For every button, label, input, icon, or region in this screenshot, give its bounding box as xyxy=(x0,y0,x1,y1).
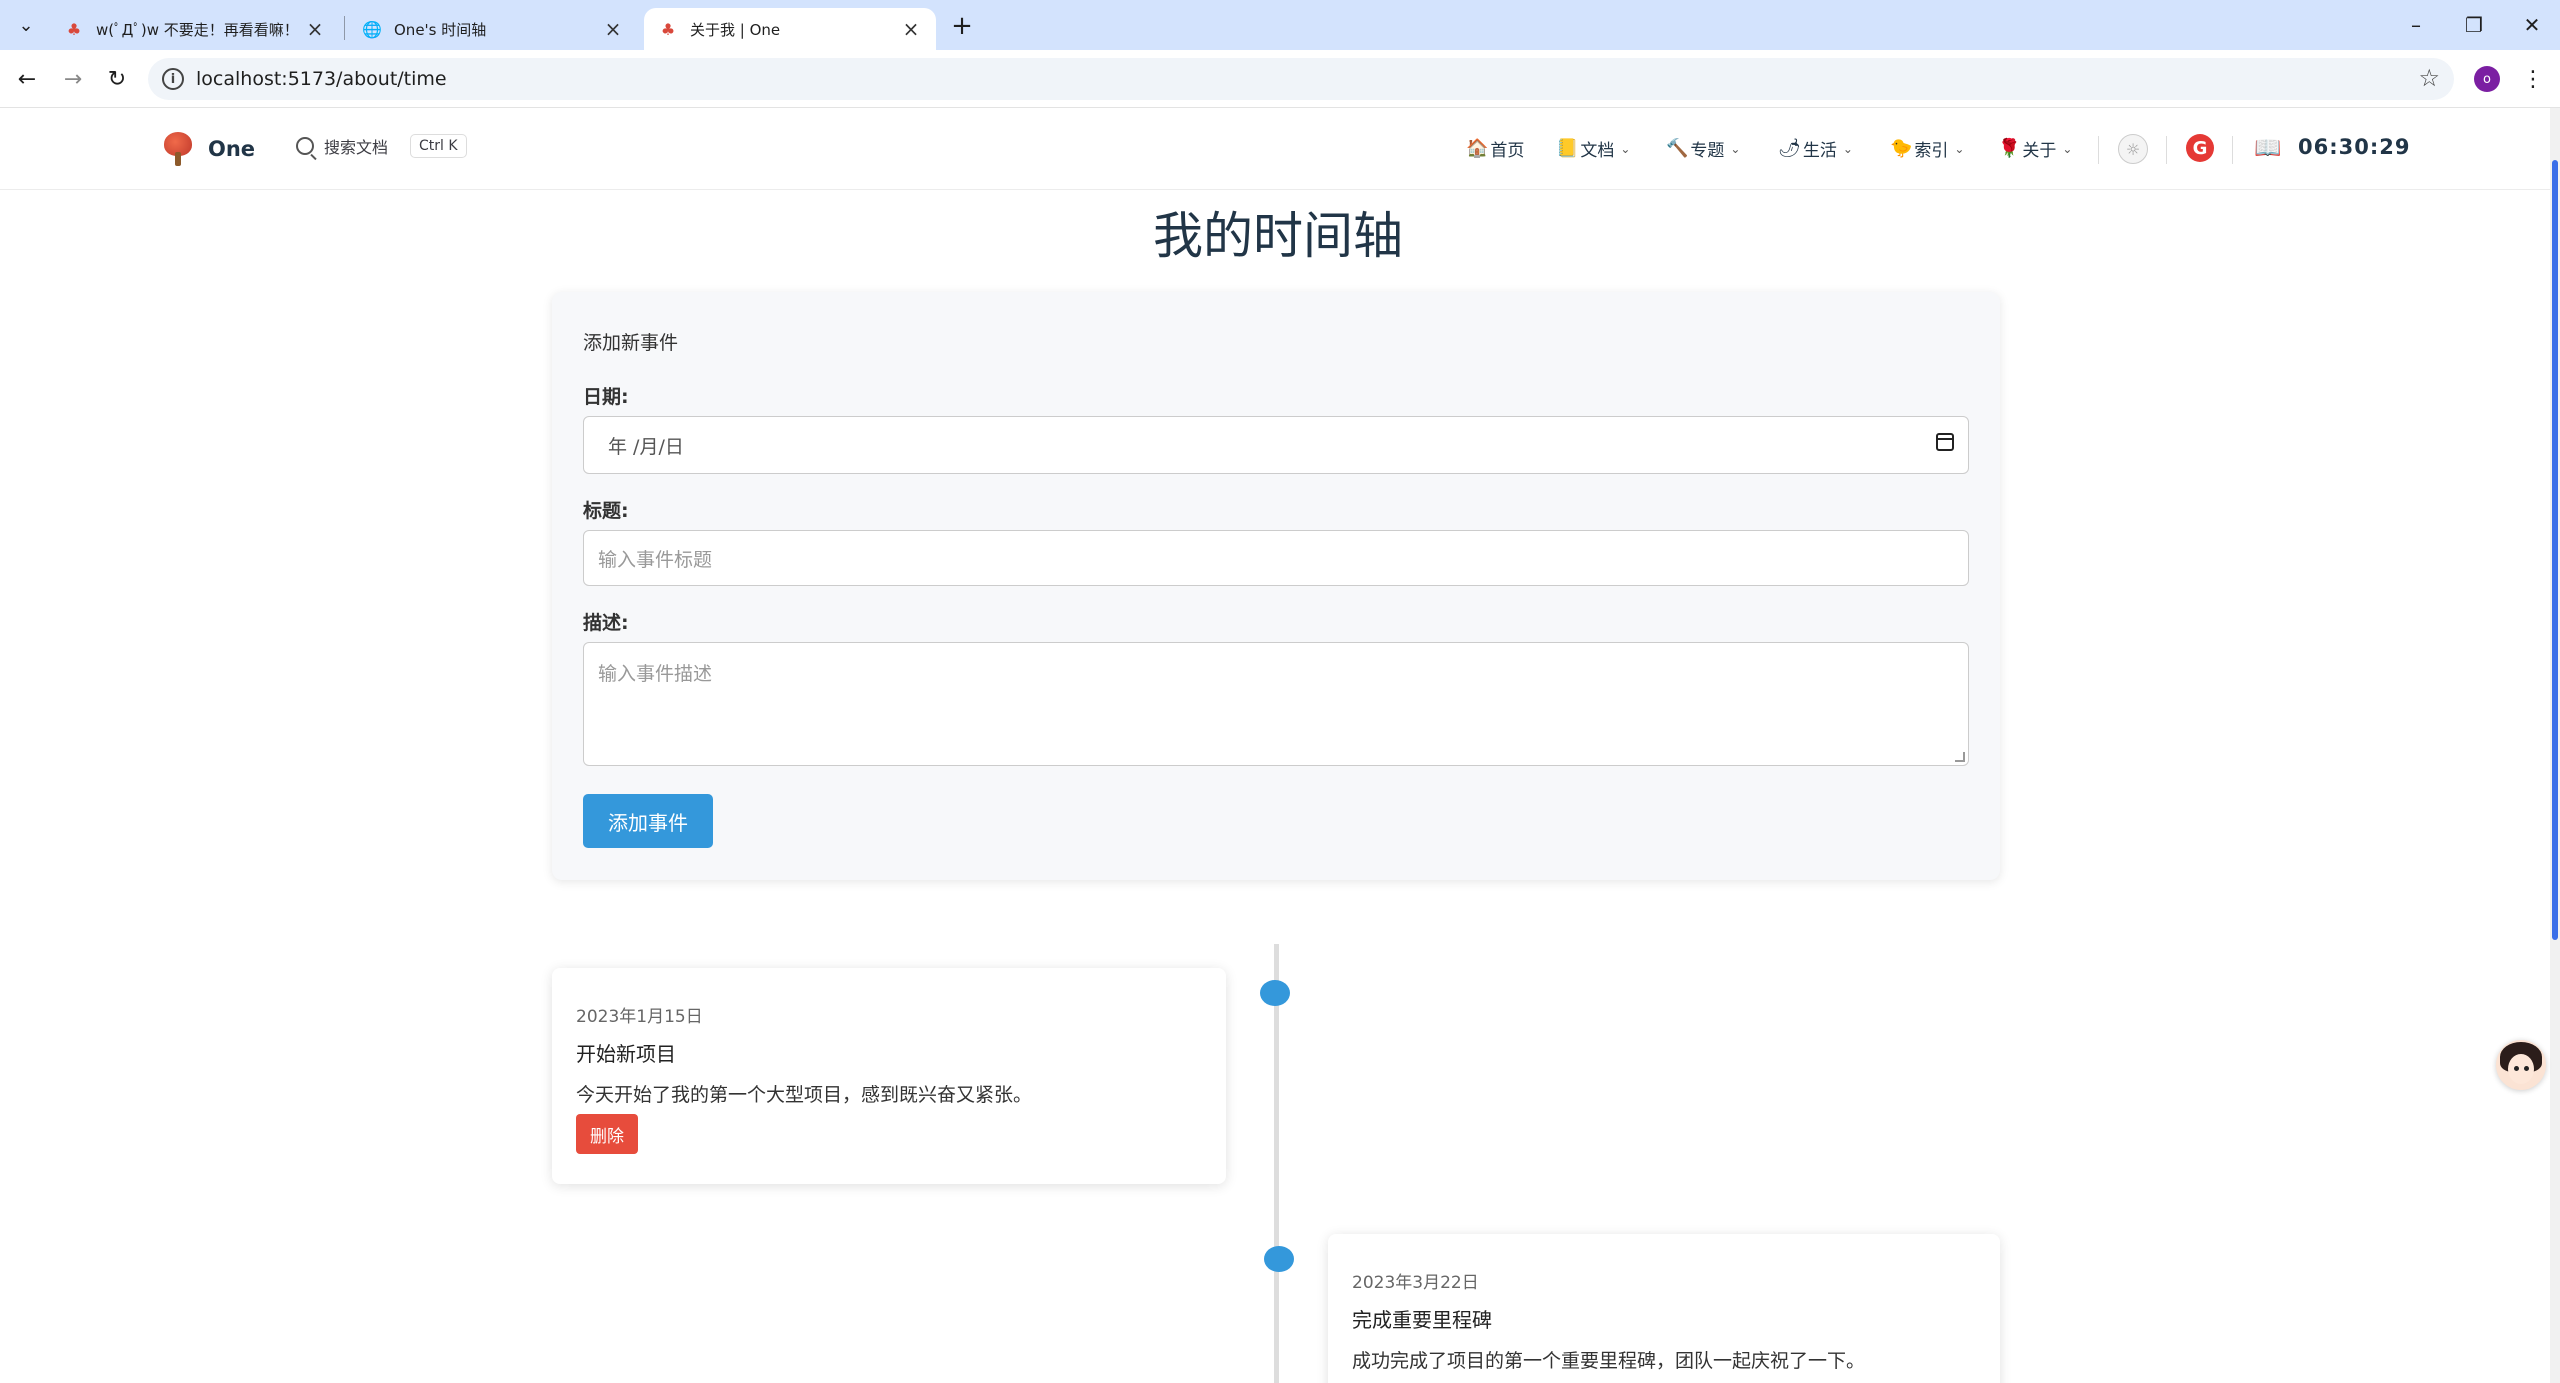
date-input[interactable]: 年 /月/日 xyxy=(583,416,1969,474)
browser-tab-bar: ⌄ ♣ w(ﾟДﾟ)w 不要走！再看看嘛！ × 🌐 One's 时间轴 × ♣ … xyxy=(0,0,2560,50)
resize-handle-icon[interactable] xyxy=(1955,752,1965,762)
title-placeholder: 输入事件标题 xyxy=(598,548,713,571)
timeline-line xyxy=(1274,944,1279,1383)
nav-divider xyxy=(2166,136,2167,164)
globe-favicon-icon: 🌐 xyxy=(362,19,382,39)
close-window-icon[interactable]: ✕ xyxy=(2504,0,2560,50)
description-placeholder: 输入事件描述 xyxy=(598,663,713,685)
theme-toggle-sun-icon[interactable]: ☼ xyxy=(2118,134,2148,164)
chevron-down-icon: ⌄ xyxy=(2062,141,2073,156)
url-text[interactable]: localhost:5173/about/time xyxy=(196,68,447,90)
hammer-icon: 🔨 xyxy=(1666,138,1689,159)
browser-menu-icon[interactable]: ⋮ xyxy=(2520,62,2546,96)
browser-tab[interactable]: ♣ w(ﾟДﾟ)w 不要走！再看看嘛！ × xyxy=(50,8,340,50)
minimize-window-icon[interactable]: – xyxy=(2388,0,2444,50)
delete-event-button[interactable]: 删除 xyxy=(576,1114,638,1154)
nav-label: 文档 xyxy=(1580,141,1615,161)
browser-tab-active[interactable]: ♣ 关于我 | One × xyxy=(644,8,936,50)
nav-item-topics[interactable]: 🔨 专题 ⌄ xyxy=(1666,136,1740,161)
nav-label: 专题 xyxy=(1690,141,1725,161)
site-logo[interactable]: One xyxy=(162,132,255,166)
nav-item-home[interactable]: 🏠 首页 xyxy=(1466,136,1524,161)
notebook-icon: 📒 xyxy=(1556,138,1579,159)
search-shortcut: Ctrl K xyxy=(410,134,467,158)
clock-display: 06:30:29 xyxy=(2298,135,2411,159)
reload-icon[interactable]: ↻ xyxy=(100,62,134,96)
event-title: 开始新项目 xyxy=(576,1042,676,1066)
page-scrollbar-thumb[interactable] xyxy=(2552,160,2558,940)
date-label: 日期: xyxy=(583,386,629,408)
tab-title: 关于我 | One xyxy=(690,20,781,39)
site-navbar: One 搜索文档 Ctrl K 🏠 首页 📒 文档 ⌄ 🔨 专题 ⌄ 🌶 生活 … xyxy=(0,108,2550,190)
bookmark-star-icon[interactable]: ☆ xyxy=(2418,64,2440,92)
timeline-dot xyxy=(1260,980,1290,1006)
close-tab-icon[interactable]: × xyxy=(304,17,326,41)
nav-divider xyxy=(2098,136,2099,164)
site-info-icon[interactable]: i xyxy=(162,68,184,90)
site-name: One xyxy=(208,137,256,161)
back-arrow-icon[interactable]: ← xyxy=(10,62,44,96)
add-event-button[interactable]: 添加事件 xyxy=(583,794,713,848)
chevron-down-icon: ⌄ xyxy=(1620,141,1631,156)
timeline-event-card: 2023年1月15日 开始新项目 今天开始了我的第一个大型项目，感到既兴奋又紧张… xyxy=(552,968,1226,1184)
title-input[interactable]: 输入事件标题 xyxy=(583,530,1969,586)
calendar-icon[interactable] xyxy=(1936,433,1954,451)
close-tab-icon[interactable]: × xyxy=(900,17,922,41)
search-label: 搜索文档 xyxy=(324,138,389,157)
restore-window-icon[interactable]: ❐ xyxy=(2446,0,2502,50)
new-tab-plus-icon[interactable]: + xyxy=(946,10,978,42)
timeline-dot xyxy=(1264,1246,1294,1272)
event-description: 今天开始了我的第一个大型项目，感到既兴奋又紧张。 xyxy=(576,1084,1033,1106)
nav-item-docs[interactable]: 📒 文档 ⌄ xyxy=(1556,136,1630,161)
search-icon xyxy=(296,137,314,155)
event-date: 2023年3月22日 xyxy=(1352,1273,1479,1293)
nav-label: 首页 xyxy=(1490,141,1525,161)
nav-label: 关于 xyxy=(2022,141,2057,161)
chevron-down-icon: ⌄ xyxy=(1954,141,1965,156)
browser-tab[interactable]: 🌐 One's 时间轴 × xyxy=(348,8,638,50)
event-title: 完成重要里程碑 xyxy=(1352,1308,1492,1332)
event-date: 2023年1月15日 xyxy=(576,1007,703,1027)
tree-logo-icon xyxy=(162,132,194,166)
description-label: 描述: xyxy=(583,612,629,634)
pepper-icon: 🌶 xyxy=(1778,138,1801,159)
rose-icon: 🌹 xyxy=(1998,138,2021,159)
nav-item-index[interactable]: 🐤 索引 ⌄ xyxy=(1890,136,1964,161)
tab-search-chevron-icon[interactable]: ⌄ xyxy=(10,10,42,40)
title-label: 标题: xyxy=(583,500,629,522)
house-icon: 🏠 xyxy=(1466,138,1489,159)
address-bar[interactable]: i localhost:5173/about/time ☆ xyxy=(148,58,2454,100)
browser-toolbar: ← → ↻ i localhost:5173/about/time ☆ o ⋮ xyxy=(0,50,2560,108)
event-description: 成功完成了项目的第一个重要里程碑，团队一起庆祝了一下。 xyxy=(1352,1350,1866,1372)
assistant-avatar[interactable] xyxy=(2496,1040,2546,1090)
nav-item-life[interactable]: 🌶 生活 ⌄ xyxy=(1778,136,1853,161)
chevron-down-icon: ⌄ xyxy=(1730,141,1741,156)
search-docs-button[interactable]: 搜索文档 Ctrl K xyxy=(296,134,467,158)
tree-favicon-icon: ♣ xyxy=(660,19,676,39)
form-heading: 添加新事件 xyxy=(583,332,679,354)
chick-icon: 🐤 xyxy=(1890,138,1913,159)
date-placeholder: 年 /月/日 xyxy=(608,435,684,458)
book-icon[interactable]: 📖 xyxy=(2254,136,2281,161)
nav-item-about[interactable]: 🌹 关于 ⌄ xyxy=(1998,136,2072,161)
tab-divider xyxy=(344,16,345,40)
g-social-icon[interactable]: G xyxy=(2186,134,2214,162)
profile-avatar[interactable]: o xyxy=(2474,66,2500,92)
nav-label: 索引 xyxy=(1914,141,1949,161)
tab-title: One's 时间轴 xyxy=(394,20,487,39)
forward-arrow-icon[interactable]: → xyxy=(56,62,90,96)
timeline-event-card: 2023年3月22日 完成重要里程碑 成功完成了项目的第一个重要里程碑，团队一起… xyxy=(1328,1234,2000,1383)
nav-label: 生活 xyxy=(1802,141,1837,161)
page-title: 我的时间轴 xyxy=(1153,207,1403,265)
nav-divider xyxy=(2232,136,2233,164)
chevron-down-icon: ⌄ xyxy=(1842,141,1853,156)
tab-title: w(ﾟДﾟ)w 不要走！再看看嘛！ xyxy=(96,20,299,39)
close-tab-icon[interactable]: × xyxy=(602,17,624,41)
tree-favicon-icon: ♣ xyxy=(66,19,82,39)
add-event-form: 添加新事件 日期: 年 /月/日 标题: 输入事件标题 描述: 输入事件描述 添… xyxy=(552,292,2000,880)
description-textarea[interactable]: 输入事件描述 xyxy=(583,642,1969,766)
